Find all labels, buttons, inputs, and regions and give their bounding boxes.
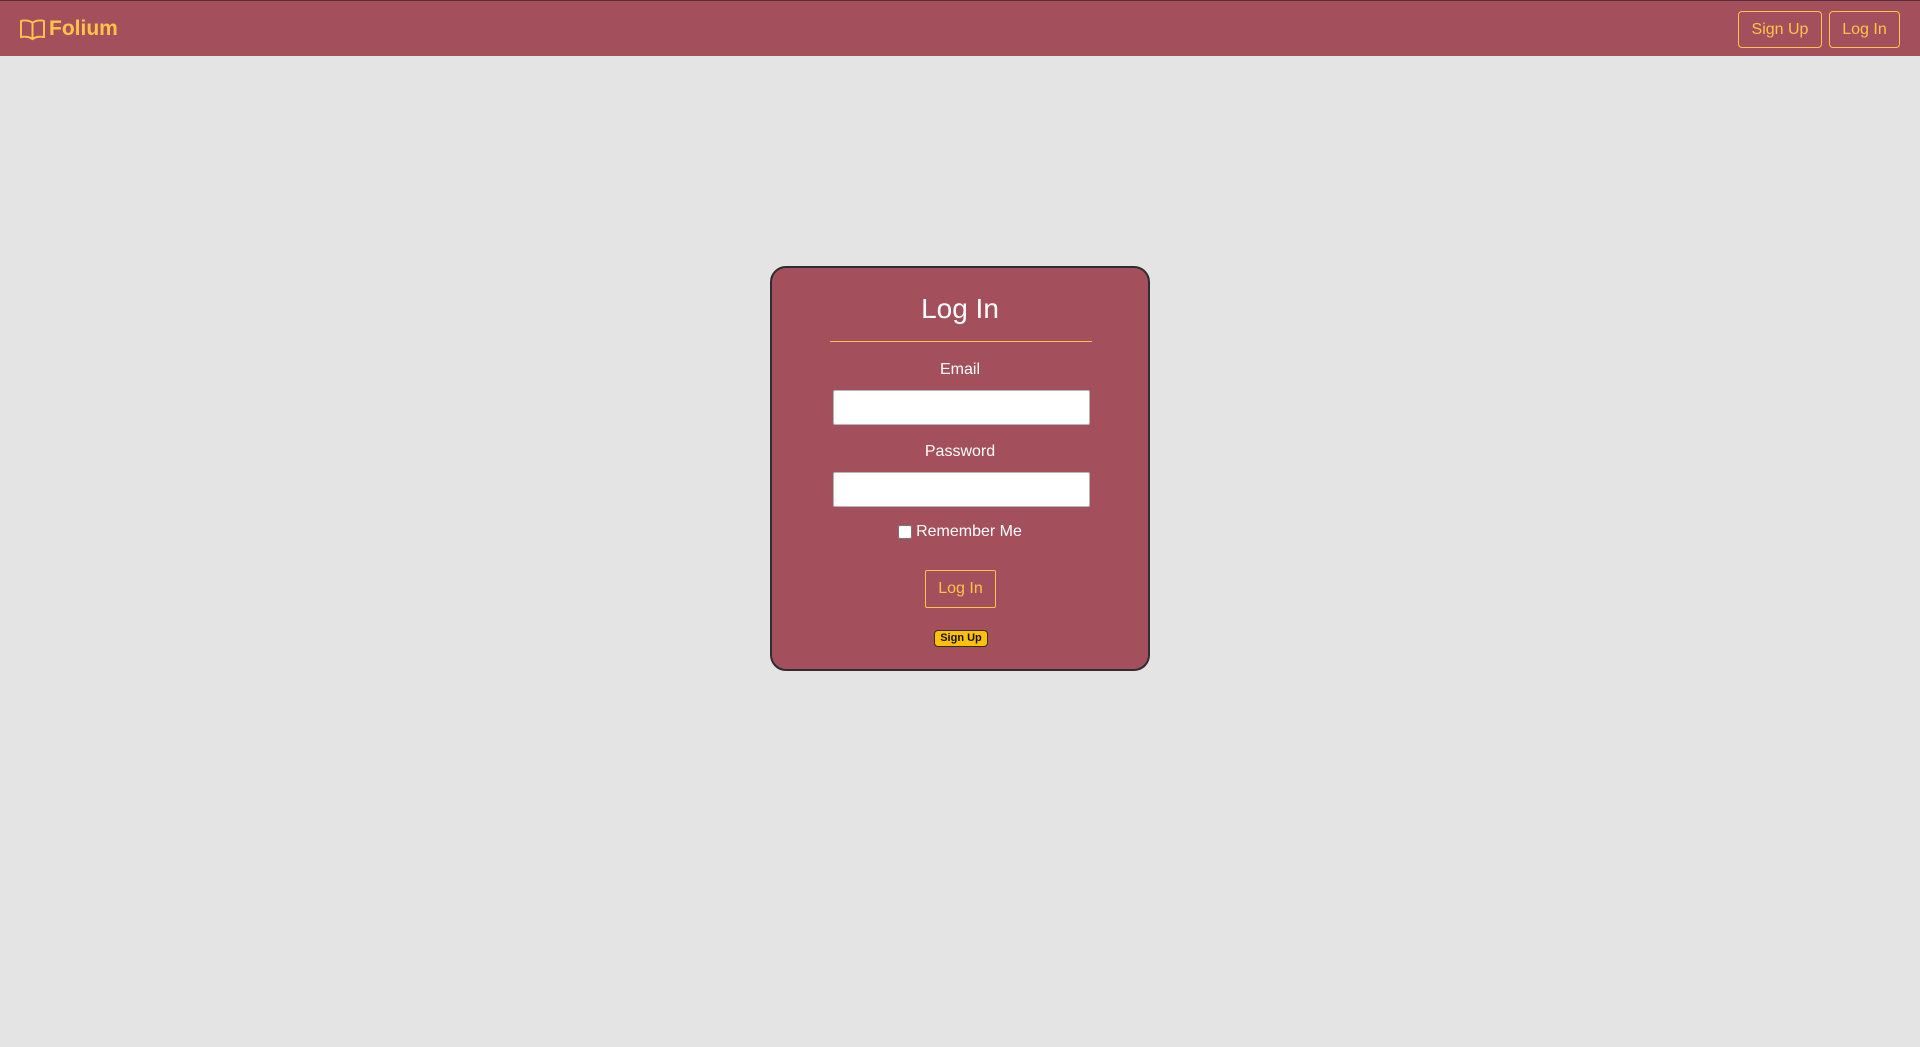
open-book-icon <box>20 18 45 40</box>
brand-link[interactable]: Folium <box>19 16 118 42</box>
remember-me-row: Remember Me <box>772 523 1148 541</box>
login-card: Log In Email Password Remember Me Log In… <box>770 266 1150 671</box>
login-submit-button[interactable]: Log In <box>925 570 996 608</box>
remember-me-label: Remember Me <box>916 523 1022 540</box>
email-label: Email <box>939 361 980 378</box>
login-title: Log In <box>921 293 999 324</box>
nav-login-button[interactable]: Log In <box>1829 11 1900 48</box>
remember-me-checkbox[interactable] <box>898 525 913 539</box>
brand-name: Folium <box>49 17 118 40</box>
top-navbar: Folium Sign Up Log In <box>0 0 1920 56</box>
signup-link[interactable]: Sign Up <box>934 630 988 647</box>
password-field[interactable] <box>833 472 1090 507</box>
title-divider <box>830 341 1092 342</box>
email-field[interactable] <box>833 390 1090 425</box>
password-label: Password <box>924 443 996 460</box>
nav-signup-button[interactable]: Sign Up <box>1738 11 1822 48</box>
